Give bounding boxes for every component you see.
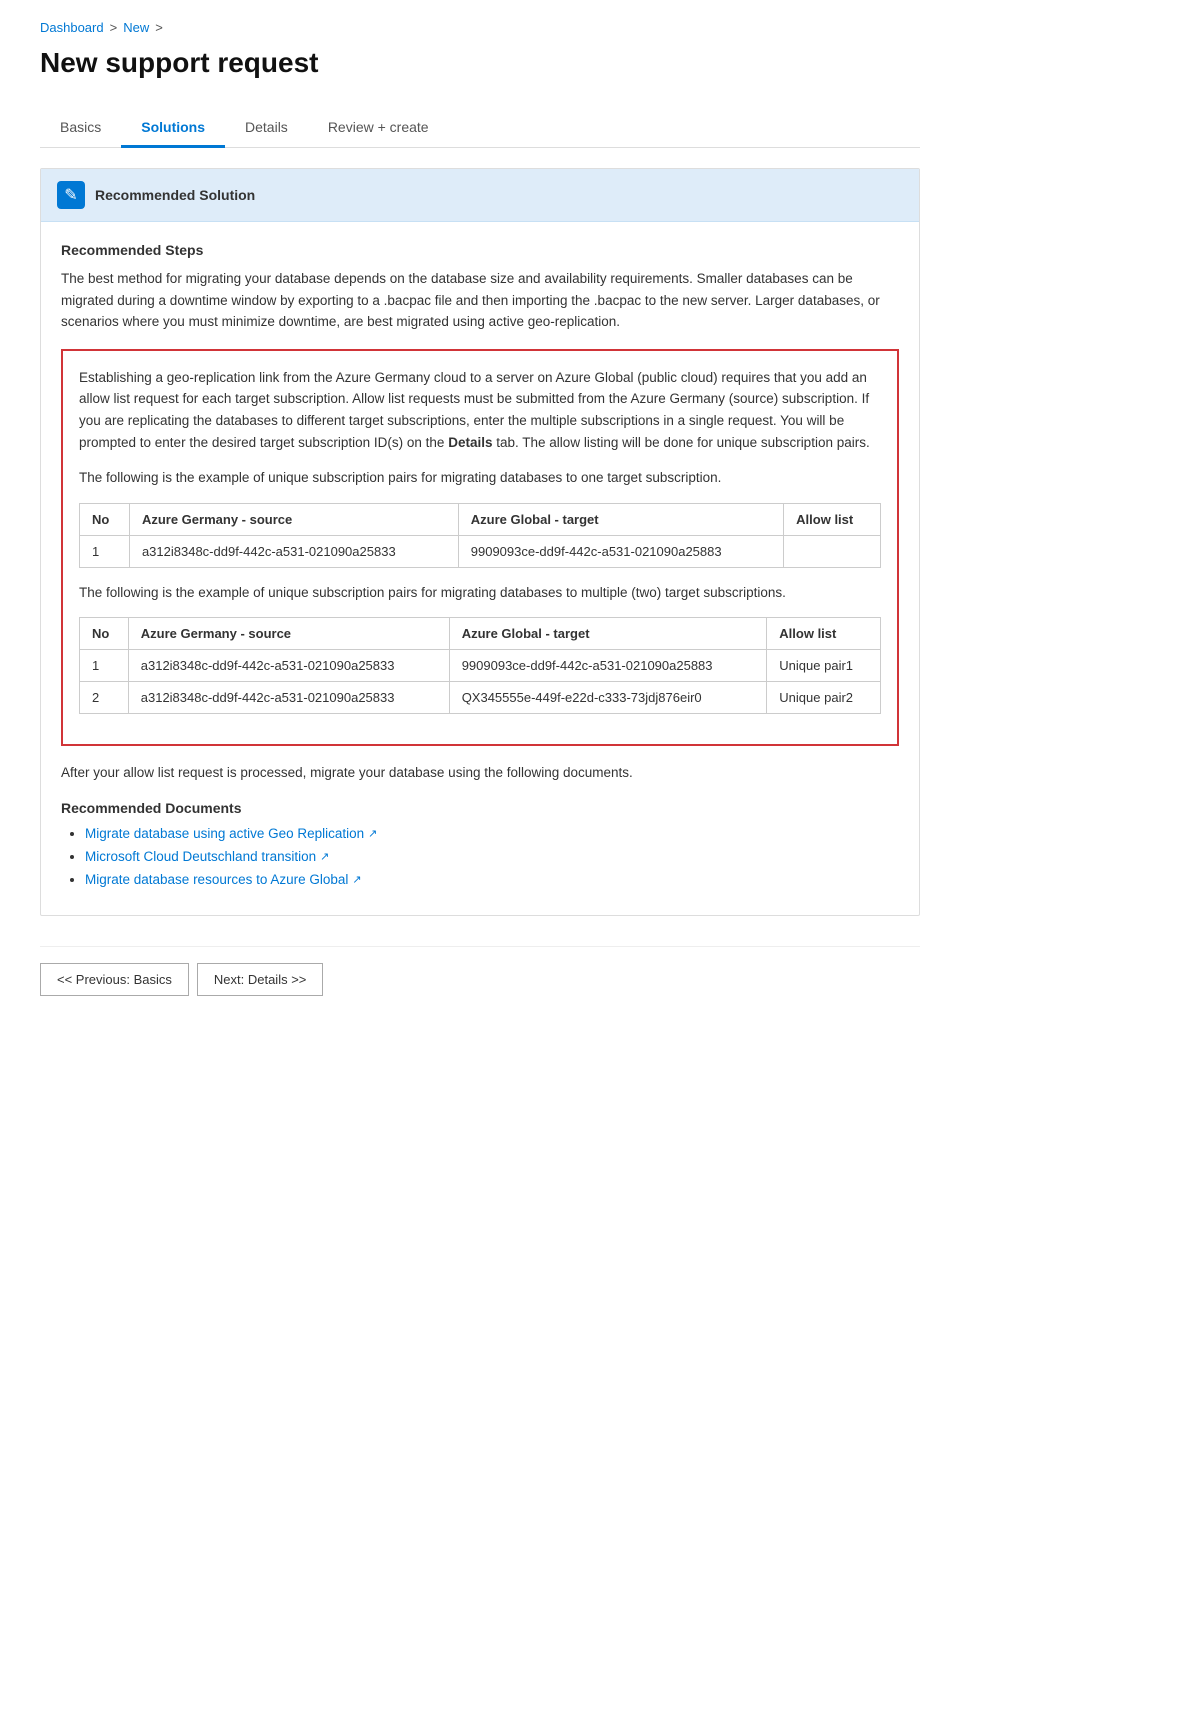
card-body: Recommended Steps The best method for mi…: [41, 222, 919, 915]
details-bold: Details: [448, 435, 492, 450]
table1-row1-target: 9909093ce-dd9f-442c-a531-021090a25883: [458, 535, 783, 567]
table1-col-source: Azure Germany - source: [129, 503, 458, 535]
breadcrumb-sep1: >: [110, 20, 118, 35]
table2-row2-no: 2: [80, 682, 129, 714]
after-text: After your allow list request is process…: [61, 762, 899, 784]
table2-row2-source: a312i8348c-dd9f-442c-a531-021090a25833: [128, 682, 449, 714]
table2-row1-source: a312i8348c-dd9f-442c-a531-021090a25833: [128, 650, 449, 682]
table1: No Azure Germany - source Azure Global -…: [79, 503, 881, 568]
multi-target-text: The following is the example of unique s…: [79, 582, 881, 604]
doc-item-3: Migrate database resources to Azure Glob…: [85, 872, 899, 887]
docs-list: Migrate database using active Geo Replic…: [61, 826, 899, 887]
tab-review-create[interactable]: Review + create: [308, 109, 449, 148]
doc-link-1[interactable]: Migrate database using active Geo Replic…: [85, 826, 377, 841]
single-target-text: The following is the example of unique s…: [79, 467, 881, 489]
external-icon-3: ↗: [352, 873, 361, 886]
steps-title: Recommended Steps: [61, 242, 899, 258]
next-button[interactable]: Next: Details >>: [197, 963, 324, 996]
table2: No Azure Germany - source Azure Global -…: [79, 617, 881, 714]
table1-row1-allow: [784, 535, 881, 567]
table2-row1-target: 9909093ce-dd9f-442c-a531-021090a25883: [449, 650, 767, 682]
page-title: New support request: [40, 47, 920, 79]
table1-row1-source: a312i8348c-dd9f-442c-a531-021090a25833: [129, 535, 458, 567]
doc-link-3[interactable]: Migrate database resources to Azure Glob…: [85, 872, 362, 887]
tab-details[interactable]: Details: [225, 109, 308, 148]
doc-link-2[interactable]: Microsoft Cloud Deutschland transition ↗: [85, 849, 329, 864]
table1-col-no: No: [80, 503, 130, 535]
breadcrumb-new[interactable]: New: [123, 20, 149, 35]
table2-row-2: 2 a312i8348c-dd9f-442c-a531-021090a25833…: [80, 682, 881, 714]
recommended-icon: ✎: [57, 181, 85, 209]
recommended-title: Recommended Solution: [95, 187, 255, 203]
table2-col-target: Azure Global - target: [449, 618, 767, 650]
breadcrumb: Dashboard > New >: [40, 20, 920, 35]
footer-buttons: << Previous: Basics Next: Details >>: [40, 946, 920, 996]
tab-basics[interactable]: Basics: [40, 109, 121, 148]
table2-col-source: Azure Germany - source: [128, 618, 449, 650]
doc-item-1: Migrate database using active Geo Replic…: [85, 826, 899, 841]
geo-text: Establishing a geo-replication link from…: [79, 367, 881, 453]
red-border-section: Establishing a geo-replication link from…: [61, 349, 899, 747]
content-card: ✎ Recommended Solution Recommended Steps…: [40, 168, 920, 916]
table1-col-target: Azure Global - target: [458, 503, 783, 535]
table2-row1-allow: Unique pair1: [767, 650, 881, 682]
table1-col-allow: Allow list: [784, 503, 881, 535]
table2-row1-no: 1: [80, 650, 129, 682]
table2-wrapper: No Azure Germany - source Azure Global -…: [79, 617, 881, 714]
intro-text: The best method for migrating your datab…: [61, 268, 899, 333]
external-icon-2: ↗: [320, 850, 329, 863]
external-icon-1: ↗: [368, 827, 377, 840]
tab-bar: Basics Solutions Details Review + create: [40, 109, 920, 148]
table1-row1-no: 1: [80, 535, 130, 567]
table2-row2-target: QX345555e-449f-e22d-c333-73jdj876eir0: [449, 682, 767, 714]
recommended-header: ✎ Recommended Solution: [41, 169, 919, 222]
docs-title: Recommended Documents: [61, 800, 899, 816]
breadcrumb-dashboard[interactable]: Dashboard: [40, 20, 104, 35]
table2-col-no: No: [80, 618, 129, 650]
breadcrumb-sep2: >: [155, 20, 163, 35]
table2-row2-allow: Unique pair2: [767, 682, 881, 714]
table1-wrapper: No Azure Germany - source Azure Global -…: [79, 503, 881, 568]
previous-button[interactable]: << Previous: Basics: [40, 963, 189, 996]
tab-solutions[interactable]: Solutions: [121, 109, 225, 148]
table2-row-1: 1 a312i8348c-dd9f-442c-a531-021090a25833…: [80, 650, 881, 682]
table1-row-1: 1 a312i8348c-dd9f-442c-a531-021090a25833…: [80, 535, 881, 567]
table2-col-allow: Allow list: [767, 618, 881, 650]
doc-item-2: Microsoft Cloud Deutschland transition ↗: [85, 849, 899, 864]
